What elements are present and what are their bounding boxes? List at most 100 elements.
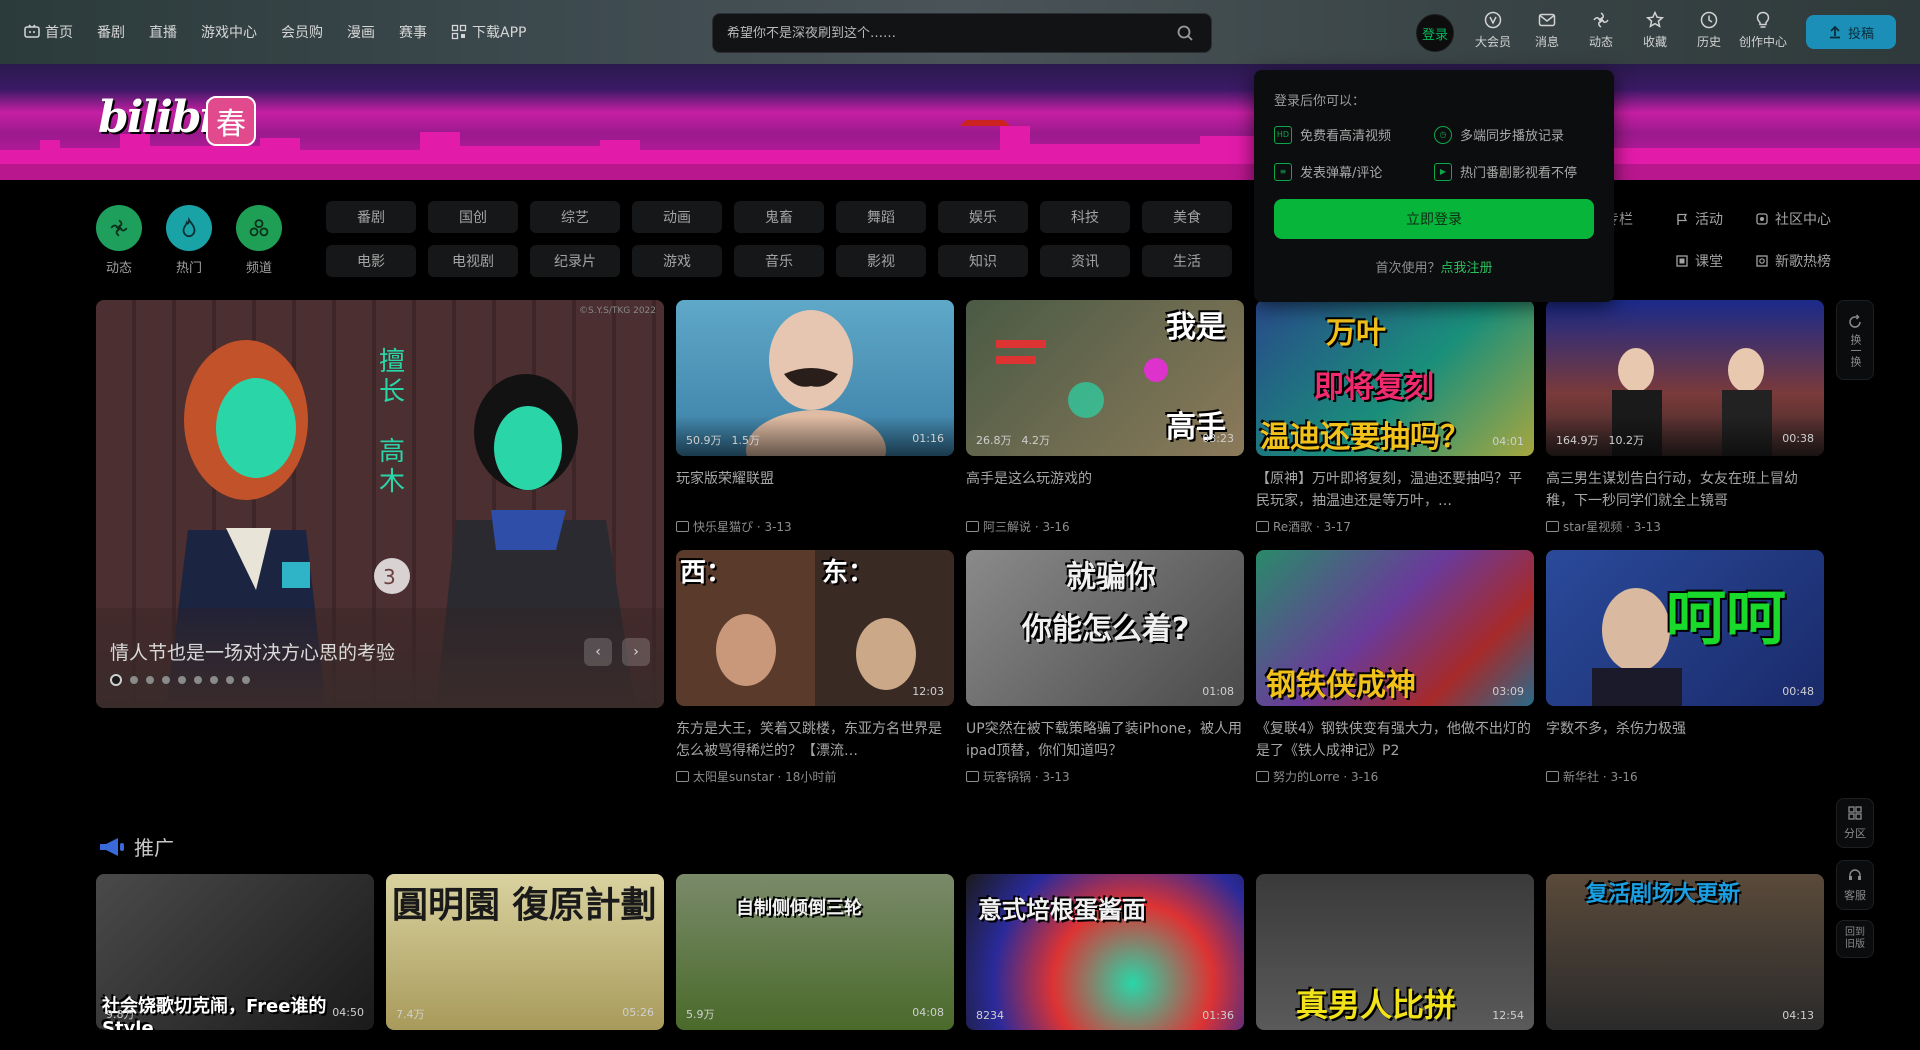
nav-member-shop[interactable]: 会员购 bbox=[281, 22, 323, 42]
category-dance[interactable]: 舞蹈 bbox=[836, 201, 926, 233]
promo-card[interactable]: 自制侧倾倒三轮 5.9万 04:08 bbox=[676, 874, 954, 1030]
carousel-dot[interactable] bbox=[226, 676, 234, 684]
category-music[interactable]: 音乐 bbox=[734, 245, 824, 277]
upload-button[interactable]: 投稿 bbox=[1806, 15, 1896, 49]
login-avatar-button[interactable]: 登录 bbox=[1416, 14, 1454, 52]
carousel-dot[interactable] bbox=[210, 676, 218, 684]
video-card[interactable]: 万叶 即将复刻 温迪还要抽吗？ 04:01 【原神】万叶即将复刻，温迪还要抽吗？… bbox=[1256, 300, 1534, 535]
video-title[interactable]: 高三男生谋划告白行动，女友在班上冒幼稚，下一秒同学们就全上镜哥 bbox=[1546, 468, 1824, 512]
category-community[interactable]: 社区中心 bbox=[1755, 203, 1865, 235]
category-news[interactable]: 资讯 bbox=[1040, 245, 1130, 277]
video-meta[interactable]: 玩客锅锅 · 3-13 bbox=[966, 768, 1244, 785]
video-thumbnail[interactable]: 我是 高手 26.8万 4.2万 03:23 bbox=[966, 300, 1244, 456]
video-meta[interactable]: star星视频 · 3-13 bbox=[1546, 518, 1824, 535]
category-knowledge[interactable]: 知识 bbox=[938, 245, 1028, 277]
video-title[interactable]: UP突然在被下载策略骗了装iPhone，被人用ipad顶替，你们知道吗？ bbox=[966, 718, 1244, 762]
back-to-old-version-button[interactable]: 回到旧版 bbox=[1836, 920, 1874, 958]
category-kichiku[interactable]: 鬼畜 bbox=[734, 201, 824, 233]
header-vip[interactable]: 大会员 bbox=[1466, 10, 1520, 50]
login-now-button[interactable]: 立即登录 bbox=[1274, 199, 1594, 239]
category-documentary[interactable]: 纪录片 bbox=[530, 245, 620, 277]
category-guochuang[interactable]: 国创 bbox=[428, 201, 518, 233]
header-favorites[interactable]: 收藏 bbox=[1628, 10, 1682, 50]
promo-card[interactable]: 意式培根蛋酱面 8234 01:36 bbox=[966, 874, 1244, 1030]
video-thumbnail[interactable]: 钢铁侠成神 03:09 bbox=[1256, 550, 1534, 706]
promo-thumbnail[interactable]: 圓明園 復原計劃 7.4万 05:26 bbox=[386, 874, 664, 1030]
promo-thumbnail[interactable]: 自制侧倾倒三轮 5.9万 04:08 bbox=[676, 874, 954, 1030]
nav-live[interactable]: 直播 bbox=[149, 22, 177, 42]
category-classroom[interactable]: 课堂 bbox=[1675, 245, 1755, 277]
category-new-songs[interactable]: 新歌热榜 bbox=[1755, 245, 1865, 277]
video-thumbnail[interactable]: 164.9万 10.2万 00:38 bbox=[1546, 300, 1824, 456]
video-title[interactable]: 高手是这么玩游戏的 bbox=[966, 468, 1244, 512]
category-tv-drama[interactable]: 电视剧 bbox=[428, 245, 518, 277]
promo-card[interactable]: 真男人比拼 12:54 bbox=[1256, 874, 1534, 1030]
video-card[interactable]: 164.9万 10.2万 00:38 高三男生谋划告白行动，女友在班上冒幼稚，下一… bbox=[1546, 300, 1824, 535]
category-animation[interactable]: 动画 bbox=[632, 201, 722, 233]
video-meta[interactable]: 快乐星猫ぴ · 3-13 bbox=[676, 518, 954, 535]
video-card[interactable]: 我是 高手 26.8万 4.2万 03:23 高手是这么玩游戏的 阿三解说 · 3… bbox=[966, 300, 1244, 535]
video-title[interactable]: 玩家版荣耀联盟 bbox=[676, 468, 954, 512]
video-title[interactable]: 【原神】万叶即将复刻，温迪还要抽吗？平民玩家，抽温迪还是等万叶，… bbox=[1256, 468, 1534, 512]
carousel-prev-button[interactable]: ‹ bbox=[584, 638, 612, 666]
nav-bangumi[interactable]: 番剧 bbox=[97, 22, 125, 42]
quick-hot[interactable]: 热门 bbox=[159, 205, 219, 276]
partition-side-button[interactable]: 分区 bbox=[1836, 798, 1874, 848]
video-meta[interactable]: Re酒歌 · 3-17 bbox=[1256, 518, 1534, 535]
category-food[interactable]: 美食 bbox=[1142, 201, 1232, 233]
promo-card[interactable]: 社会饶歌切克闹，Free谁的Style 9.8万 04:50 bbox=[96, 874, 374, 1030]
promo-card[interactable]: 复活剧场大更新 04:13 bbox=[1546, 874, 1824, 1030]
customer-service-button[interactable]: 客服 bbox=[1836, 860, 1874, 910]
video-card[interactable]: 西： 东： 12:03 东方是大王，笑着又跳楼，东亚方名世界是怎么被骂得稀烂的？… bbox=[676, 550, 954, 785]
carousel-dot[interactable] bbox=[130, 676, 138, 684]
category-entertainment[interactable]: 娱乐 bbox=[938, 201, 1028, 233]
video-title[interactable]: 字数不多，杀伤力极强 bbox=[1546, 718, 1824, 762]
nav-home[interactable]: 首页 bbox=[24, 22, 73, 42]
carousel-dot[interactable] bbox=[194, 676, 202, 684]
featured-carousel[interactable]: 擅 长 高 木 3 ©S.Y.S/TKG 2022 情人节也是一场对决方心思的考… bbox=[96, 300, 664, 708]
nav-game-center[interactable]: 游戏中心 bbox=[201, 22, 257, 42]
video-thumbnail[interactable]: 万叶 即将复刻 温迪还要抽吗？ 04:01 bbox=[1256, 300, 1534, 456]
video-title[interactable]: 《复联4》钢铁侠变有强大力，他做不出灯的是了《铁人成神记》P2 bbox=[1256, 718, 1534, 762]
nav-manga[interactable]: 漫画 bbox=[347, 22, 375, 42]
category-activity[interactable]: 活动 bbox=[1675, 203, 1755, 235]
category-tech[interactable]: 科技 bbox=[1040, 201, 1130, 233]
video-thumbnail[interactable]: 西： 东： 12:03 bbox=[676, 550, 954, 706]
carousel-caption[interactable]: 情人节也是一场对决方心思的考验 bbox=[110, 638, 395, 665]
carousel-dot[interactable] bbox=[110, 674, 122, 686]
carousel-dot[interactable] bbox=[242, 676, 250, 684]
video-meta[interactable]: 阿三解说 · 3-16 bbox=[966, 518, 1244, 535]
video-meta[interactable]: 新华社 · 3-16 bbox=[1546, 768, 1824, 785]
category-movie[interactable]: 电影 bbox=[326, 245, 416, 277]
nav-download-app[interactable]: 下载APP bbox=[451, 22, 526, 42]
nav-esports[interactable]: 赛事 bbox=[399, 22, 427, 42]
quick-channel[interactable]: 频道 bbox=[229, 205, 289, 276]
header-messages[interactable]: 消息 bbox=[1520, 10, 1574, 50]
video-thumbnail[interactable]: 呵呵 00:48 bbox=[1546, 550, 1824, 706]
video-meta[interactable]: 太阳星sunstar · 18小时前 bbox=[676, 768, 954, 785]
video-card[interactable]: 就骗你 你能怎么着? 01:08 UP突然在被下载策略骗了装iPhone，被人用… bbox=[966, 550, 1244, 785]
promo-card[interactable]: 圓明園 復原計劃 7.4万 05:26 bbox=[386, 874, 664, 1030]
carousel-dot[interactable] bbox=[178, 676, 186, 684]
header-creator-center[interactable]: 创作中心 bbox=[1736, 10, 1790, 50]
promo-thumbnail[interactable]: 复活剧场大更新 04:13 bbox=[1546, 874, 1824, 1030]
video-card[interactable]: 钢铁侠成神 03:09 《复联4》钢铁侠变有强大力，他做不出灯的是了《铁人成神记… bbox=[1256, 550, 1534, 785]
video-card[interactable]: 50.9万 1.5万 01:16 玩家版荣耀联盟 快乐星猫ぴ · 3-13 bbox=[676, 300, 954, 535]
register-link[interactable]: 点我注册 bbox=[1441, 261, 1493, 276]
category-variety[interactable]: 综艺 bbox=[530, 201, 620, 233]
category-film[interactable]: 影视 bbox=[836, 245, 926, 277]
header-banner[interactable]: bilibili 春 bbox=[0, 64, 1920, 180]
promo-thumbnail[interactable]: 社会饶歌切克闹，Free谁的Style 9.8万 04:50 bbox=[96, 874, 374, 1030]
promo-thumbnail[interactable]: 意式培根蛋酱面 8234 01:36 bbox=[966, 874, 1244, 1030]
video-title[interactable]: 东方是大王，笑着又跳楼，东亚方名世界是怎么被骂得稀烂的？【漂流… bbox=[676, 718, 954, 762]
header-history[interactable]: 历史 bbox=[1682, 10, 1736, 50]
search-button[interactable] bbox=[1173, 21, 1197, 45]
carousel-next-button[interactable]: › bbox=[622, 638, 650, 666]
header-dynamics[interactable]: 动态 bbox=[1574, 10, 1628, 50]
carousel-dot[interactable] bbox=[162, 676, 170, 684]
carousel-dot[interactable] bbox=[146, 676, 154, 684]
video-card[interactable]: 呵呵 00:48 字数不多，杀伤力极强 新华社 · 3-16 bbox=[1546, 550, 1824, 785]
video-meta[interactable]: 努力的Lorre · 3-16 bbox=[1256, 768, 1534, 785]
quick-dynamics[interactable]: 动态 bbox=[89, 205, 149, 276]
category-life[interactable]: 生活 bbox=[1142, 245, 1232, 277]
